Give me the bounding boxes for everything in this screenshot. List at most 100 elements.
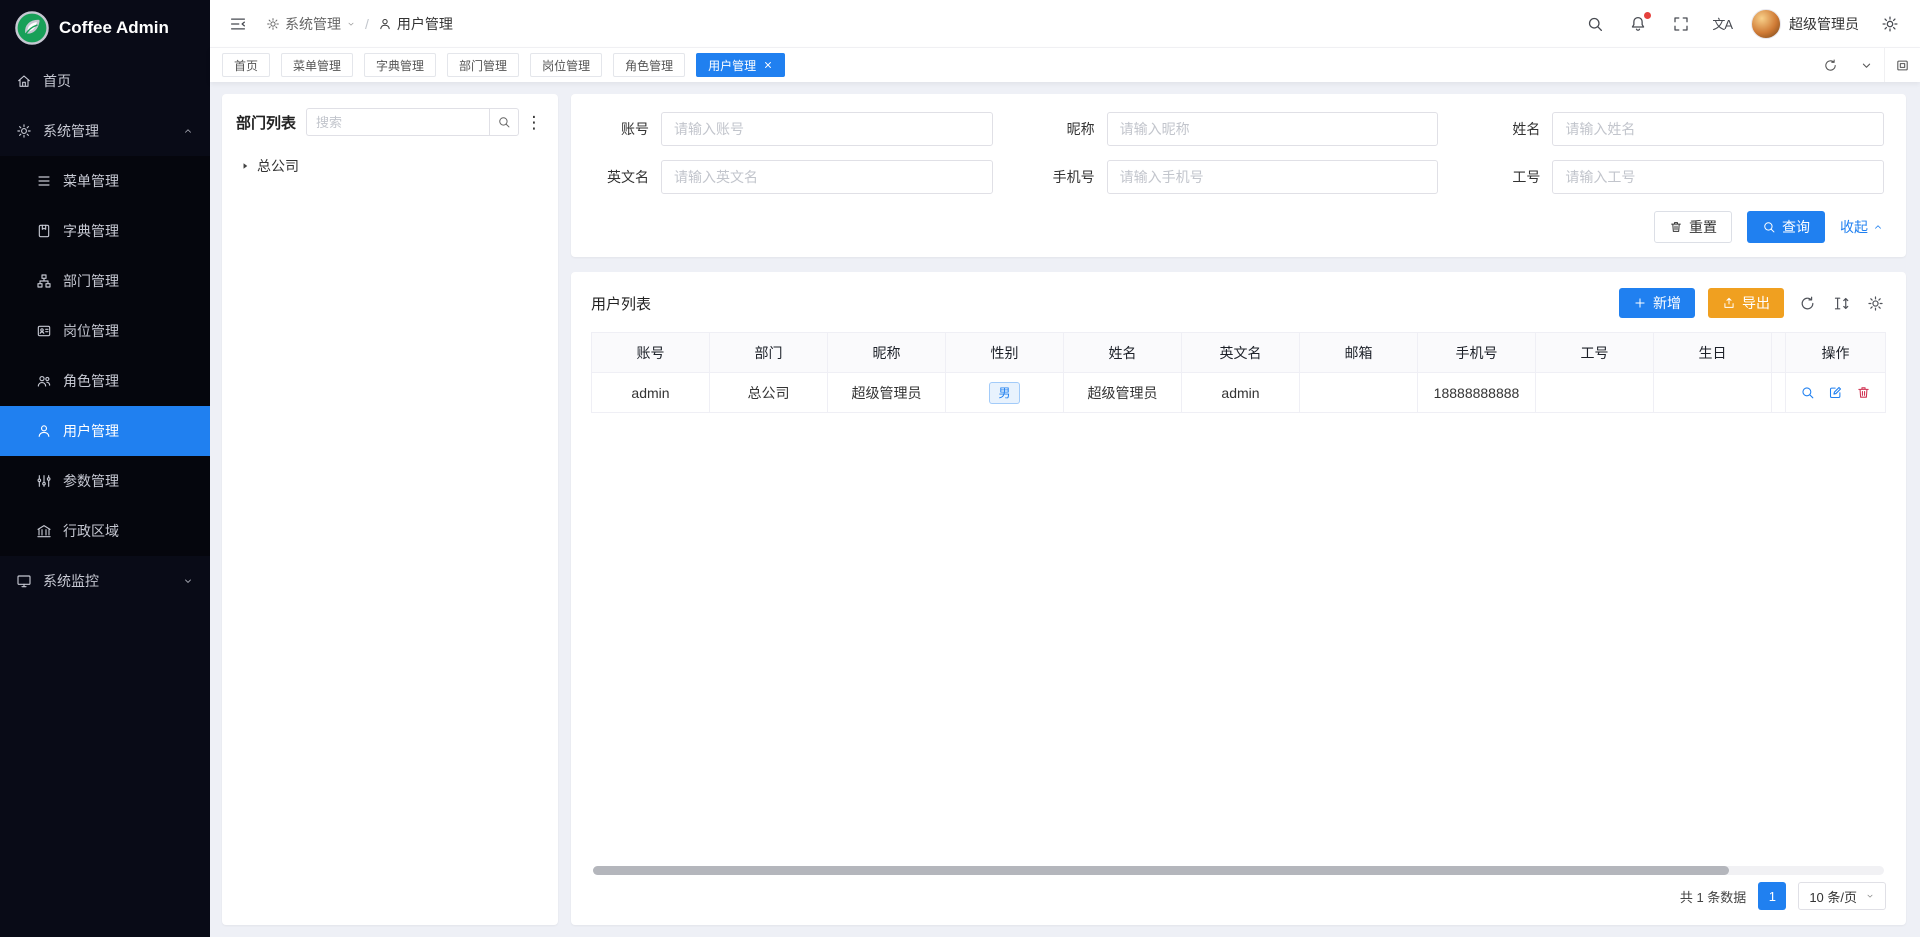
- sidebar-item-home[interactable]: 首页: [0, 56, 210, 106]
- column-header: 邮箱: [1300, 333, 1418, 373]
- menu-fold-icon: [229, 15, 247, 33]
- user-table: 账号 部门 昵称 性别 姓名 英文名 邮箱 手机号 工号 生日: [591, 332, 1886, 413]
- caret-right-icon[interactable]: [240, 161, 250, 171]
- sidebar-item-department-management[interactable]: 部门管理: [0, 256, 210, 306]
- user-menu[interactable]: 超级管理员: [1751, 9, 1859, 39]
- field-label: 昵称: [1039, 119, 1095, 139]
- cell-department: 总公司: [710, 373, 828, 413]
- view-user-button[interactable]: [1799, 384, 1816, 401]
- add-user-button[interactable]: 新增: [1619, 288, 1695, 318]
- table-row[interactable]: admin 总公司 超级管理员 男 超级管理员 admin 1888888888…: [592, 373, 1886, 413]
- department-search-button[interactable]: [489, 108, 519, 136]
- tab-role-management[interactable]: 角色管理: [613, 53, 685, 77]
- department-more-button[interactable]: ⋮: [524, 108, 544, 136]
- global-search-button[interactable]: [1583, 12, 1607, 36]
- notifications-button[interactable]: [1626, 12, 1650, 36]
- sidebar-item-role-management[interactable]: 角色管理: [0, 356, 210, 406]
- cell-actions: [1786, 373, 1886, 413]
- translate-icon[interactable]: 文A: [1712, 14, 1732, 33]
- tab-position-management[interactable]: 岗位管理: [530, 53, 602, 77]
- department-panel: 部门列表 ⋮ 总公司: [222, 94, 558, 925]
- sidebar-menu: 首页 系统管理 菜单管理 字典管理 部门管理: [0, 56, 210, 606]
- sidebar-item-parameter-management[interactable]: 参数管理: [0, 456, 210, 506]
- nickname-input[interactable]: [1107, 112, 1439, 146]
- sidebar-group-monitor[interactable]: 系统监控: [0, 556, 210, 606]
- collapse-filter-link[interactable]: 收起: [1840, 217, 1884, 237]
- breadcrumb-item-system[interactable]: 系统管理: [266, 14, 356, 34]
- tab-department-management[interactable]: 部门管理: [447, 53, 519, 77]
- table-settings-button[interactable]: [1865, 293, 1886, 314]
- sidebar-collapse-button[interactable]: [226, 12, 250, 36]
- page-1-button[interactable]: 1: [1758, 882, 1786, 910]
- department-search: ⋮: [306, 108, 544, 136]
- english-name-input[interactable]: [661, 160, 993, 194]
- export-button[interactable]: 导出: [1708, 288, 1784, 318]
- cell-email: [1300, 373, 1418, 413]
- tab-label: 角色管理: [625, 57, 673, 74]
- tree-node-root[interactable]: 总公司: [236, 151, 544, 181]
- tree-node-label: 总公司: [257, 156, 299, 176]
- search-icon: [1586, 15, 1604, 33]
- gear-icon: [266, 17, 280, 31]
- book-icon: [36, 223, 52, 239]
- breadcrumb-separator: /: [365, 16, 369, 32]
- column-header: 账号: [592, 333, 710, 373]
- tab-options-button[interactable]: [1848, 48, 1884, 82]
- account-input[interactable]: [661, 112, 993, 146]
- tab-user-management[interactable]: 用户管理: [696, 53, 785, 77]
- fullscreen-button[interactable]: [1669, 12, 1693, 36]
- sidebar-item-admin-region[interactable]: 行政区域: [0, 506, 210, 556]
- delete-user-button[interactable]: [1855, 384, 1872, 401]
- gear-icon: [16, 123, 32, 139]
- avatar: [1751, 9, 1781, 39]
- settings-button[interactable]: [1878, 12, 1902, 36]
- sidebar-item-label: 用户管理: [63, 421, 119, 441]
- close-tab-icon[interactable]: [763, 60, 773, 70]
- cell-nickname: 超级管理员: [828, 373, 946, 413]
- brand-logo-icon: [15, 11, 49, 45]
- page-size-value: 10 条/页: [1809, 887, 1857, 906]
- sidebar-item-user-management[interactable]: 用户管理: [0, 406, 210, 456]
- breadcrumb-item-current[interactable]: 用户管理: [378, 14, 453, 34]
- sidebar: Coffee Admin 首页 系统管理 菜单管理 字典管理: [0, 0, 210, 937]
- sidebar-group-system[interactable]: 系统管理: [0, 106, 210, 156]
- tab-dictionary-management[interactable]: 字典管理: [364, 53, 436, 77]
- row-height-button[interactable]: [1831, 293, 1852, 314]
- phone-input[interactable]: [1107, 160, 1439, 194]
- list-icon: [36, 173, 52, 189]
- fullscreen-icon: [1672, 15, 1690, 33]
- user-list-title: 用户列表: [591, 293, 651, 314]
- work-no-input[interactable]: [1552, 160, 1884, 194]
- breadcrumb: 系统管理 / 用户管理: [266, 14, 453, 34]
- edit-user-button[interactable]: [1827, 384, 1844, 401]
- refresh-table-button[interactable]: [1797, 293, 1818, 314]
- tab-label: 首页: [234, 57, 258, 74]
- tab-menu-management[interactable]: 菜单管理: [281, 53, 353, 77]
- brand[interactable]: Coffee Admin: [0, 0, 210, 56]
- gear-icon: [1867, 295, 1884, 312]
- column-header: 部门: [710, 333, 828, 373]
- reset-button[interactable]: 重置: [1654, 211, 1732, 243]
- filter-field-name: 姓名: [1484, 112, 1884, 146]
- org-tree-icon: [36, 273, 52, 289]
- tab-home[interactable]: 首页: [222, 53, 270, 77]
- trash-icon: [1669, 220, 1683, 234]
- chevron-down-icon: [346, 19, 356, 29]
- refresh-page-button[interactable]: [1812, 48, 1848, 82]
- column-header: 工号: [1536, 333, 1654, 373]
- horizontal-scrollbar-thumb[interactable]: [593, 866, 1729, 875]
- chevron-down-icon: [182, 575, 194, 587]
- search-button[interactable]: 查询: [1747, 211, 1825, 243]
- department-search-input[interactable]: [306, 108, 489, 136]
- sidebar-item-menu-management[interactable]: 菜单管理: [0, 156, 210, 206]
- name-input[interactable]: [1552, 112, 1884, 146]
- sidebar-item-label: 首页: [43, 71, 71, 91]
- tab-label: 字典管理: [376, 57, 424, 74]
- content-fullscreen-button[interactable]: [1884, 48, 1920, 82]
- sidebar-item-dictionary-management[interactable]: 字典管理: [0, 206, 210, 256]
- user-icon: [36, 423, 52, 439]
- sidebar-item-position-management[interactable]: 岗位管理: [0, 306, 210, 356]
- field-label: 账号: [593, 119, 649, 139]
- chevron-up-icon: [182, 125, 194, 137]
- page-size-select[interactable]: 10 条/页: [1798, 882, 1886, 910]
